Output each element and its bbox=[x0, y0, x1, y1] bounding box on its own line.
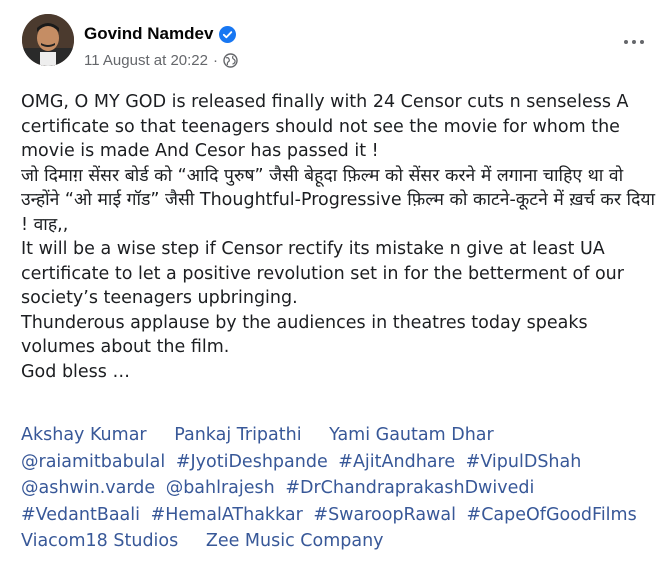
more-options-icon[interactable] bbox=[616, 24, 652, 60]
tag-link[interactable]: Zee Music Company bbox=[206, 531, 384, 551]
tag-link[interactable]: Viacom18 Studios bbox=[21, 531, 178, 551]
avatar-photo-icon bbox=[22, 14, 74, 66]
post-tags: Akshay Kumar Pankaj Tripathi Yami Gautam… bbox=[21, 422, 661, 555]
author-name[interactable]: Govind Namdev bbox=[84, 24, 213, 44]
author-line: Govind Namdev bbox=[84, 24, 237, 44]
hashtag-link[interactable]: #JyotiDeshpande bbox=[176, 452, 328, 472]
meta-separator: · bbox=[213, 52, 218, 69]
hashtag-link[interactable]: #AjitAndhare bbox=[338, 452, 455, 472]
tag-link[interactable]: @raiamitbabulal bbox=[21, 452, 165, 472]
verified-badge-icon bbox=[219, 25, 237, 43]
post-paragraph: God bless … bbox=[21, 361, 130, 382]
post-meta: 11 August at 20:22 · bbox=[84, 52, 238, 69]
hashtag-link[interactable]: #HemalAThakkar bbox=[151, 505, 303, 525]
hashtag-link[interactable]: #VipulDShah bbox=[466, 452, 582, 472]
post-paragraph: Thunderous applause by the audiences in … bbox=[21, 312, 588, 358]
post-header: Govind Namdev 11 August at 20:22 · bbox=[22, 14, 652, 74]
tag-link[interactable]: Akshay Kumar bbox=[21, 425, 147, 445]
post-paragraph: जो दिमाग़ सेंसर बोर्ड को “आदि पुरुष” जैस… bbox=[21, 165, 656, 235]
hashtag-link[interactable]: #SwaroopRawal bbox=[313, 505, 456, 525]
tag-link[interactable]: Yami Gautam Dhar bbox=[329, 425, 494, 445]
tag-link[interactable]: @bahlrajesh bbox=[166, 478, 275, 498]
globe-icon[interactable] bbox=[223, 53, 238, 68]
post-paragraph: OMG, O MY GOD is released finally with 2… bbox=[21, 92, 629, 161]
post-timestamp[interactable]: 11 August at 20:22 bbox=[84, 52, 208, 69]
hashtag-link[interactable]: #CapeOfGoodFilms bbox=[467, 505, 637, 525]
hashtag-link[interactable]: #VedantBaali bbox=[21, 505, 140, 525]
tag-link[interactable]: Pankaj Tripathi bbox=[174, 425, 301, 445]
author-avatar[interactable] bbox=[22, 14, 74, 66]
post-paragraph: It will be a wise step if Censor rectify… bbox=[21, 239, 624, 308]
post-body: OMG, O MY GOD is released finally with 2… bbox=[21, 90, 659, 384]
hashtag-link[interactable]: #DrChandraprakashDwivedi bbox=[285, 478, 534, 498]
tag-link[interactable]: @ashwin.varde bbox=[21, 478, 155, 498]
